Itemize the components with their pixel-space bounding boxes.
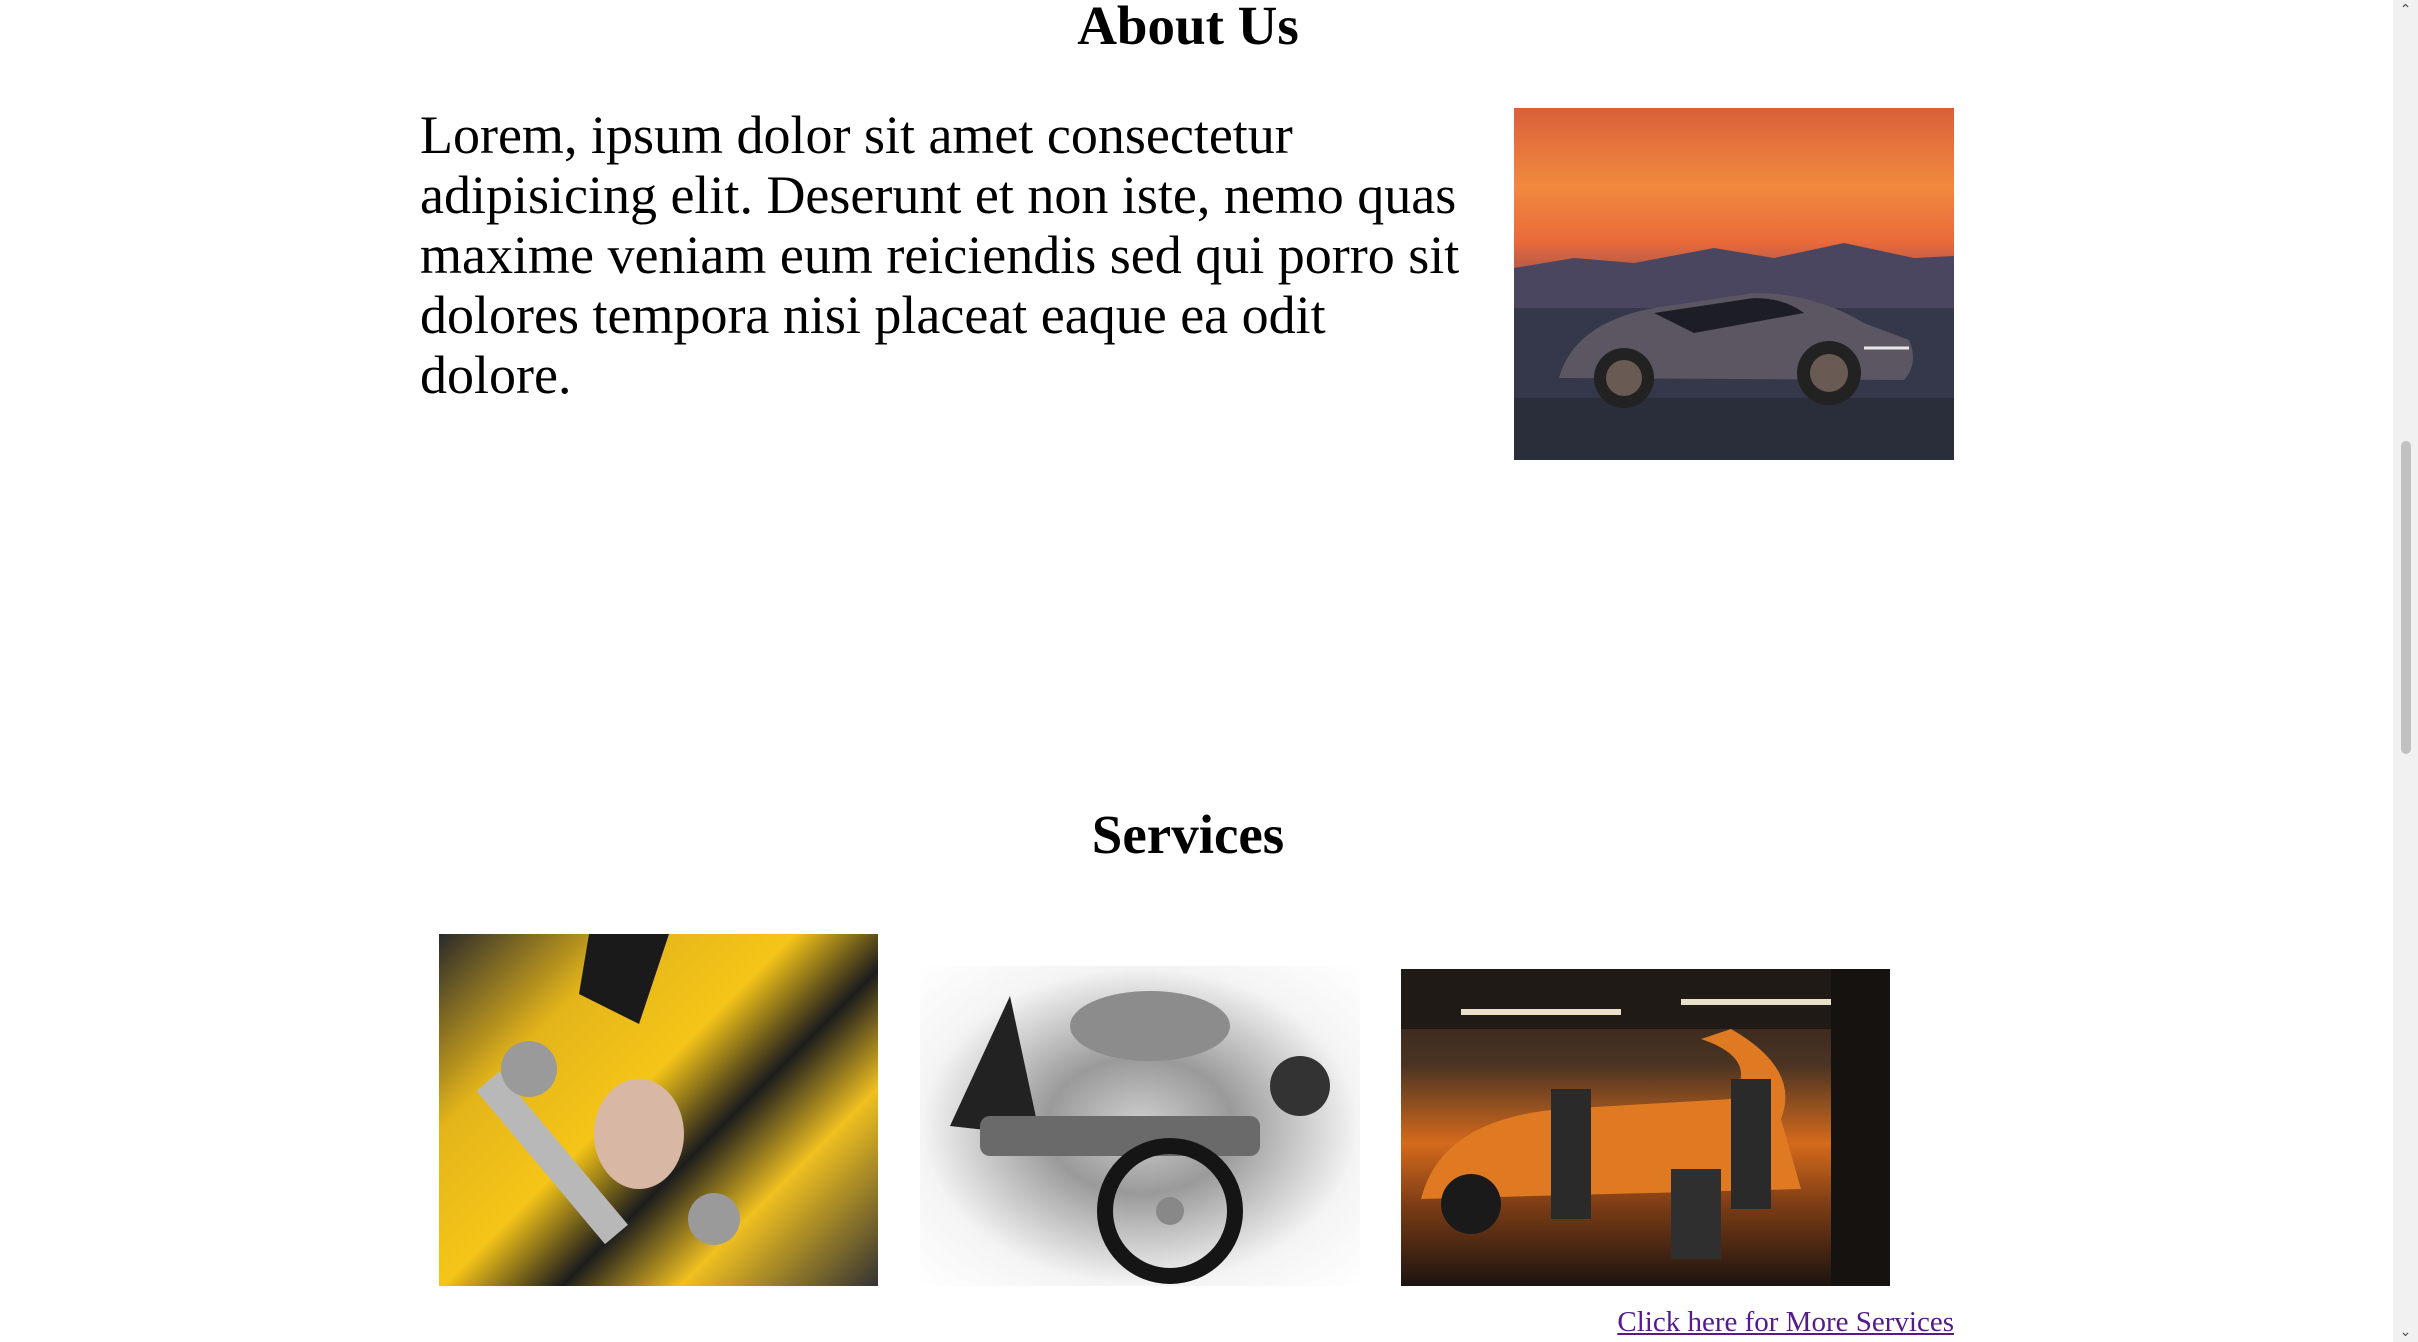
chevron-down-icon[interactable]: ⌄ xyxy=(2393,1322,2418,1342)
page: About Us Lorem, ipsum dolor sit amet con… xyxy=(0,0,2393,1342)
scroll-thumb[interactable] xyxy=(2401,441,2411,754)
mechanic-wrench-image xyxy=(439,934,878,1286)
services-title: Services xyxy=(1091,804,1285,865)
about-text: Lorem, ipsum dolor sit amet consectetur … xyxy=(420,105,1460,405)
car-parts-image xyxy=(920,966,1360,1286)
about-title: About Us xyxy=(1077,0,1299,56)
more-services-link[interactable]: Click here for More Services xyxy=(1617,1306,1954,1339)
garage-mechanics-image xyxy=(1401,969,1890,1286)
sports-car-image xyxy=(1514,108,1954,460)
chevron-up-icon[interactable]: ⌃ xyxy=(2393,0,2418,20)
vertical-scrollbar[interactable]: ⌃ ⌄ xyxy=(2393,0,2418,1342)
